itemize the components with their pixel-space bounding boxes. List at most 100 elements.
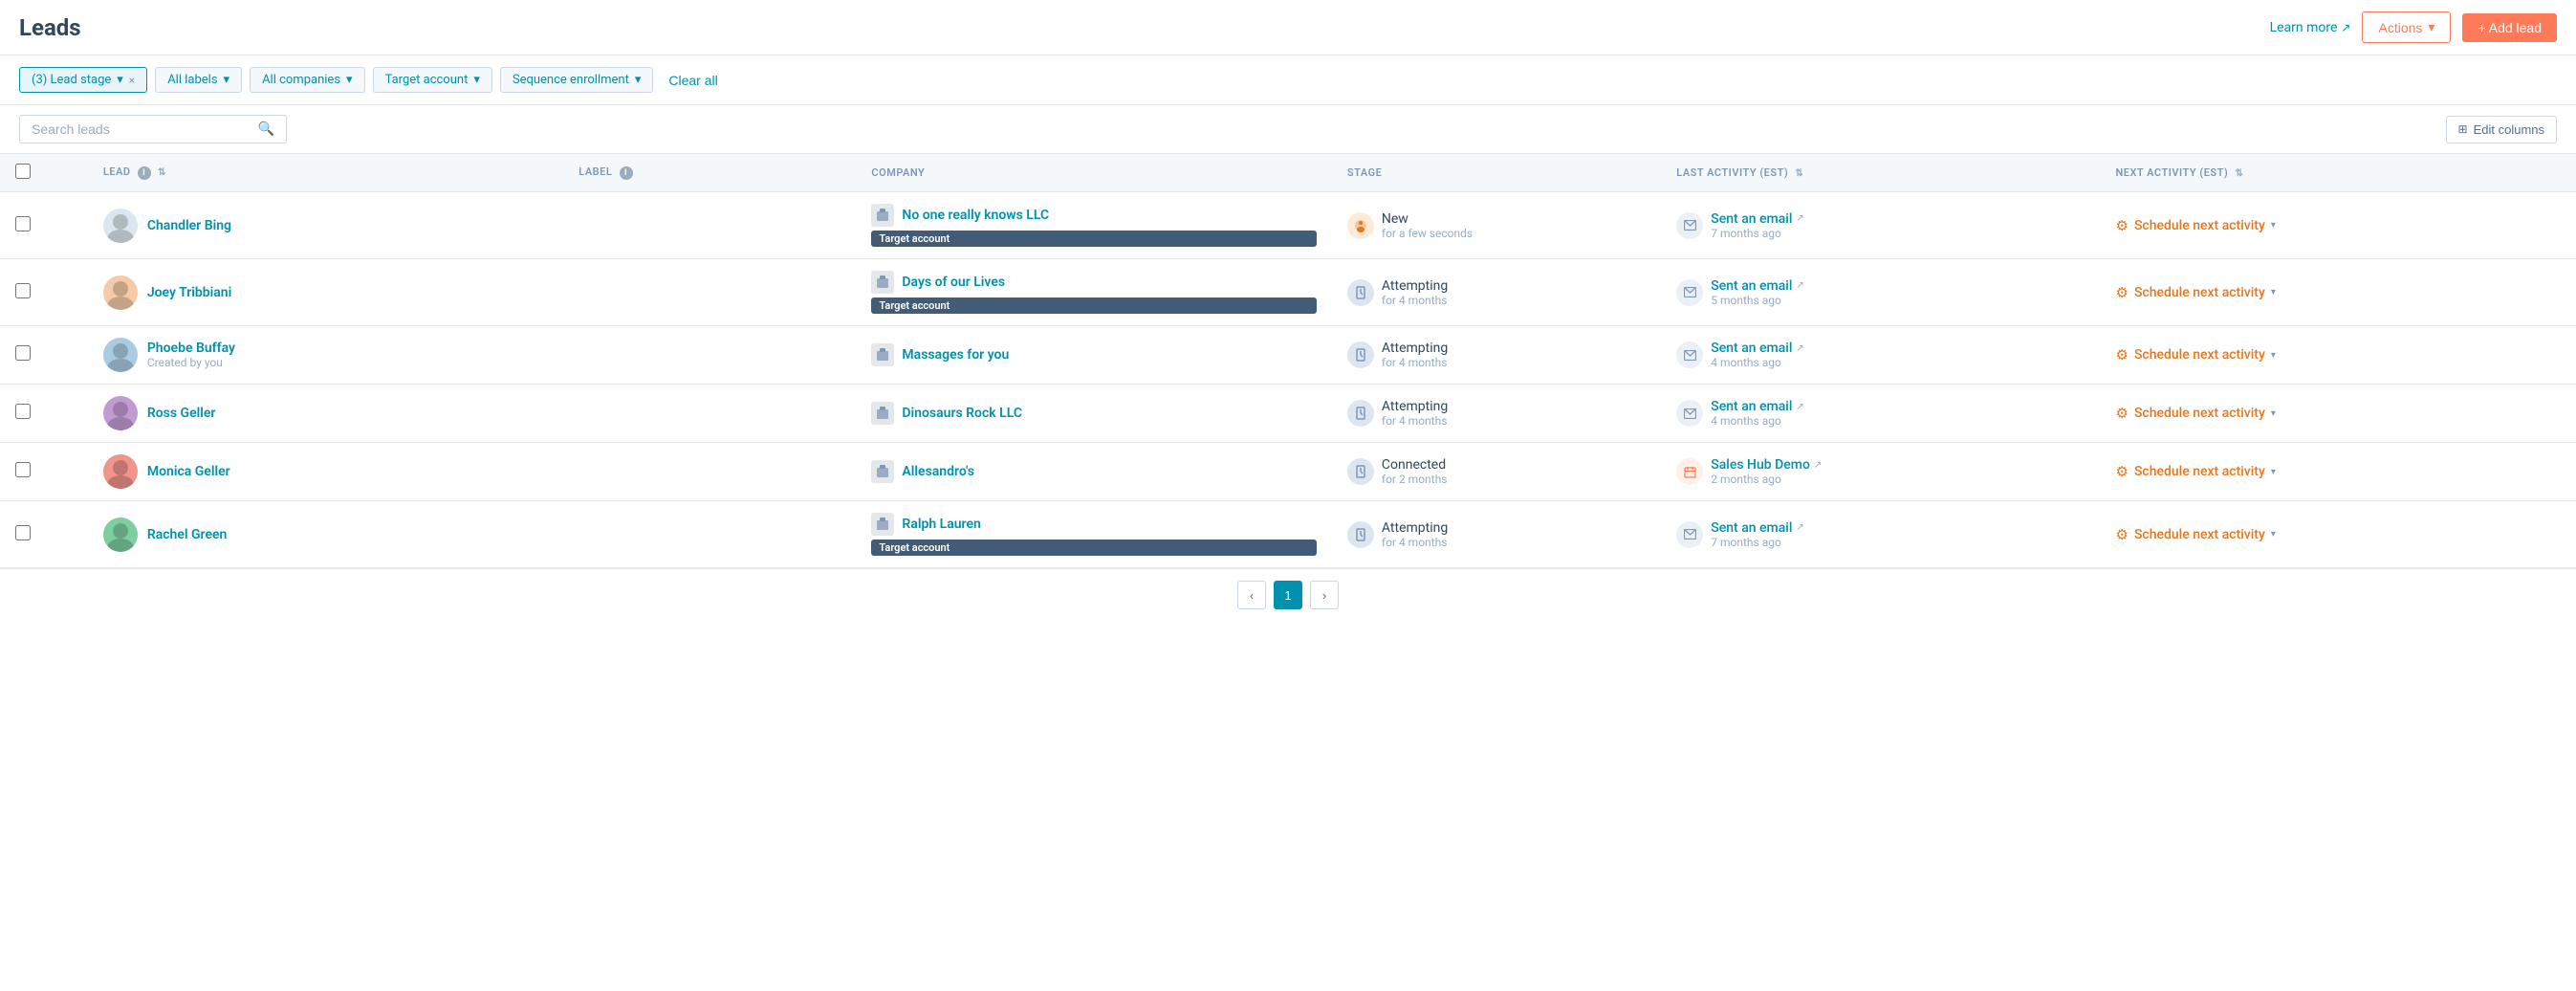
next-activity-label[interactable]: Schedule next activity xyxy=(2134,285,2265,300)
schedule-icon: ⚙ xyxy=(2115,526,2128,543)
lead-cell: Chandler Bing xyxy=(88,192,563,259)
schedule-next-activity[interactable]: ⚙ Schedule next activity ▾ xyxy=(2115,405,2561,422)
chevron-down-icon: ▾ xyxy=(346,73,353,87)
stage-cell: Attempting for 4 months xyxy=(1332,385,1661,443)
activity-type-icon xyxy=(1676,212,1703,239)
schedule-next-activity[interactable]: ⚙ Schedule next activity ▾ xyxy=(2115,217,2561,234)
stage-icon xyxy=(1347,400,1374,427)
page-title: Leads xyxy=(19,14,81,41)
filter-all-companies[interactable]: All companies ▾ xyxy=(250,67,365,93)
avatar xyxy=(103,209,138,243)
row-checkbox-0[interactable] xyxy=(15,216,31,231)
row-checkbox-2[interactable] xyxy=(15,345,31,361)
row-checkbox-1[interactable] xyxy=(15,283,31,298)
lead-name[interactable]: Chandler Bing xyxy=(147,218,231,233)
company-name[interactable]: Days of our Lives xyxy=(902,275,1005,290)
prev-page-button[interactable]: ‹ xyxy=(1237,581,1266,609)
last-activity-cell: Sales Hub Demo ↗ 2 months ago xyxy=(1661,443,2100,501)
lead-name[interactable]: Monica Geller xyxy=(147,464,230,479)
external-link-icon: ↗ xyxy=(1814,460,1822,471)
stage-name: Attempting xyxy=(1382,278,1448,294)
row-checkbox-5[interactable] xyxy=(15,525,31,540)
search-input[interactable] xyxy=(32,121,251,137)
schedule-next-activity[interactable]: ⚙ Schedule next activity ▾ xyxy=(2115,346,2561,363)
activity-name[interactable]: Sent an email ↗ xyxy=(1711,211,1804,227)
filter-sequence-enrollment[interactable]: Sequence enrollment ▾ xyxy=(500,67,654,93)
external-link-icon: ↗ xyxy=(1796,213,1803,224)
filter-target-account[interactable]: Target account ▾ xyxy=(373,67,492,93)
lead-cell: Ross Geller xyxy=(88,385,563,443)
search-input-wrapper[interactable]: 🔍 xyxy=(19,115,287,143)
company-icon xyxy=(871,513,894,536)
close-icon[interactable]: × xyxy=(129,74,135,87)
chevron-down-icon: ▾ xyxy=(2271,408,2276,419)
next-page-button[interactable]: › xyxy=(1310,581,1339,609)
page-container: Leads Learn more ↗ Actions ▾ + Add lead … xyxy=(0,0,2576,621)
company-name[interactable]: Massages for you xyxy=(902,347,1009,363)
next-activity-label[interactable]: Schedule next activity xyxy=(2134,406,2265,421)
table-row: Joey Tribbiani Days of our Lives Target … xyxy=(0,259,2576,326)
external-link-icon: ↗ xyxy=(1796,522,1803,533)
avatar xyxy=(103,518,138,552)
company-name[interactable]: Dinosaurs Rock LLC xyxy=(902,406,1022,421)
th-label: LABEL i xyxy=(563,154,856,192)
stage-icon xyxy=(1347,341,1374,368)
stage-cell: Attempting for 4 months xyxy=(1332,501,1661,568)
schedule-icon: ⚙ xyxy=(2115,463,2128,480)
activity-type-icon xyxy=(1676,458,1703,485)
activity-name[interactable]: Sent an email ↗ xyxy=(1711,520,1804,536)
lead-name[interactable]: Joey Tribbiani xyxy=(147,285,231,300)
next-activity-cell: ⚙ Schedule next activity ▾ xyxy=(2100,326,2576,385)
company-name[interactable]: Allesandro's xyxy=(902,464,974,479)
activity-name[interactable]: Sales Hub Demo ↗ xyxy=(1711,457,1822,473)
activity-time: 2 months ago xyxy=(1711,473,1822,486)
next-activity-label[interactable]: Schedule next activity xyxy=(2134,464,2265,479)
avatar-icon xyxy=(103,209,138,243)
stage-name: New xyxy=(1382,211,1473,227)
th-company: COMPANY xyxy=(856,154,1331,192)
last-activity-sort-icon[interactable]: ⇅ xyxy=(1795,168,1803,179)
edit-columns-button[interactable]: ⊞ Edit columns xyxy=(2446,116,2557,143)
filter-bar: (3) Lead stage ▾ × All labels ▾ All comp… xyxy=(0,55,2576,105)
next-activity-label[interactable]: Schedule next activity xyxy=(2134,347,2265,363)
clear-all-button[interactable]: Clear all xyxy=(661,68,725,93)
filter-all-labels[interactable]: All labels ▾ xyxy=(155,67,242,93)
company-name[interactable]: Ralph Lauren xyxy=(902,517,980,532)
actions-button[interactable]: Actions ▾ xyxy=(2362,11,2451,43)
lead-name[interactable]: Phoebe Buffay xyxy=(147,341,235,356)
label-cell xyxy=(563,385,856,443)
stage-duration: for 4 months xyxy=(1382,294,1448,307)
company-cell: Dinosaurs Rock LLC xyxy=(856,385,1331,443)
table-header-row: LEAD i ⇅ LABEL i COMPANY STAGE xyxy=(0,154,2576,192)
stage-duration: for 4 months xyxy=(1382,356,1448,369)
add-lead-button[interactable]: + Add lead xyxy=(2462,13,2557,42)
activity-type-icon xyxy=(1676,400,1703,427)
next-activity-label[interactable]: Schedule next activity xyxy=(2134,218,2265,233)
next-activity-sort-icon[interactable]: ⇅ xyxy=(2235,168,2243,179)
schedule-next-activity[interactable]: ⚙ Schedule next activity ▾ xyxy=(2115,463,2561,480)
top-bar: Leads Learn more ↗ Actions ▾ + Add lead xyxy=(0,0,2576,55)
activity-name[interactable]: Sent an email ↗ xyxy=(1711,341,1804,356)
company-cell: Massages for you xyxy=(856,326,1331,385)
filter-lead-stage[interactable]: (3) Lead stage ▾ × xyxy=(19,67,147,93)
company-name[interactable]: No one really knows LLC xyxy=(902,208,1049,223)
activity-name[interactable]: Sent an email ↗ xyxy=(1711,278,1804,294)
next-activity-label[interactable]: Schedule next activity xyxy=(2134,527,2265,542)
lead-name[interactable]: Rachel Green xyxy=(147,527,228,542)
stage-name: Attempting xyxy=(1382,341,1448,356)
row-checkbox-4[interactable] xyxy=(15,462,31,477)
activity-time: 7 months ago xyxy=(1711,227,1804,240)
lead-sort-icon[interactable]: ⇅ xyxy=(158,167,166,178)
avatar-icon xyxy=(103,454,138,489)
schedule-next-activity[interactable]: ⚙ Schedule next activity ▾ xyxy=(2115,526,2561,543)
schedule-next-activity[interactable]: ⚙ Schedule next activity ▾ xyxy=(2115,284,2561,301)
th-last-activity: LAST ACTIVITY (EST) ⇅ xyxy=(1661,154,2100,192)
target-badge: Target account xyxy=(871,540,1316,556)
row-checkbox-3[interactable] xyxy=(15,404,31,419)
columns-icon: ⊞ xyxy=(2458,122,2468,136)
select-all-checkbox[interactable] xyxy=(15,164,31,179)
activity-name[interactable]: Sent an email ↗ xyxy=(1711,399,1804,414)
page-1-button[interactable]: 1 xyxy=(1274,581,1302,609)
learn-more-link[interactable]: Learn more ↗ xyxy=(2270,20,2351,35)
lead-name[interactable]: Ross Geller xyxy=(147,406,216,421)
